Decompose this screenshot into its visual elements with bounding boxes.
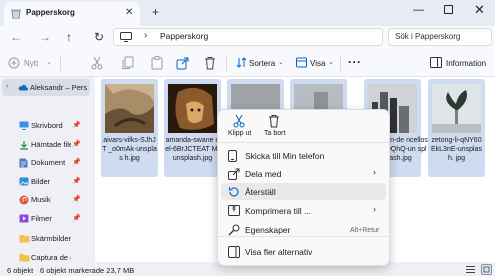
sidebar-item-screenshots[interactable]: Skärmbilder: [31, 234, 71, 243]
back-button[interactable]: ←: [10, 30, 22, 44]
scissors-icon[interactable]: [233, 114, 245, 128]
delete-button[interactable]: Ta bort: [264, 130, 285, 137]
new-tab-button[interactable]: +: [152, 5, 159, 19]
menu-divider: [218, 236, 389, 237]
sidebar-item-documents[interactable]: Dokument: [31, 158, 71, 167]
address-bar[interactable]: [113, 28, 383, 46]
menu-divider: [218, 142, 389, 143]
tab-title: Papperskorg: [26, 8, 75, 17]
trash-icon[interactable]: [268, 114, 280, 128]
toolbar-divider: [226, 55, 227, 71]
folder-icon: [19, 253, 30, 262]
sidebar-item-pictures[interactable]: Bilder: [31, 177, 71, 186]
submenu-arrow-icon: ›: [373, 204, 376, 214]
menu-item-compress[interactable]: Komprimera till ...: [245, 206, 311, 216]
archive-icon: [228, 205, 240, 216]
properties-icon: [228, 224, 240, 236]
file-thumbnail[interactable]: [168, 84, 217, 133]
pin-icon: 📌: [72, 196, 81, 203]
sidebar-item-captura[interactable]: Captura de ecrã: [31, 253, 71, 262]
large-icons-view-icon[interactable]: [481, 264, 492, 275]
share-icon: [228, 168, 240, 180]
properties-shortcut: Alt+Retur: [350, 227, 380, 234]
forward-button[interactable]: →: [39, 30, 51, 44]
document-icon: [19, 158, 28, 168]
menu-item-share[interactable]: Dela med: [245, 169, 281, 179]
breadcrumb-chevron[interactable]: ›: [144, 30, 147, 41]
music-icon: [19, 195, 29, 205]
pictures-icon: [19, 177, 29, 186]
pin-icon: 📌: [72, 122, 81, 129]
videos-icon: [19, 214, 29, 223]
paste-icon[interactable]: [151, 56, 163, 70]
menu-item-show-more-options[interactable]: Visa fler alternativ: [245, 247, 312, 257]
cut-icon[interactable]: [91, 56, 103, 70]
recycle-bin-icon: [10, 8, 22, 19]
sidebar-item-videos[interactable]: Filmer: [31, 214, 71, 223]
up-button[interactable]: ↑: [66, 30, 72, 44]
onedrive-cloud-icon: [17, 83, 28, 91]
new-item-icon: [8, 57, 20, 69]
new-chevron-down-icon: ⌄: [46, 59, 52, 66]
menu-item-send-to-phone[interactable]: Skicka till Min telefon: [245, 151, 324, 161]
menu-item-restore[interactable]: Återställ: [245, 187, 276, 197]
copy-icon[interactable]: [122, 56, 134, 70]
desktop-icon: [19, 121, 29, 130]
view-button[interactable]: Visa: [310, 59, 325, 68]
item-count: 6 objekt: [7, 266, 34, 275]
sidebar-item-label: Aleksandr – Pers: [30, 83, 88, 92]
selection-info: 6 objekt markerade 23,7 MB: [40, 266, 135, 275]
file-name: zetong-li-qNY60 EkL3nE-unsplash. jpg: [431, 137, 482, 162]
pin-icon: 📌: [72, 215, 81, 222]
file-thumbnail[interactable]: [432, 84, 481, 133]
search-placeholder: Sök i Papperskorg: [395, 32, 461, 41]
command-bar: [0, 49, 495, 77]
sidebar-item-downloads[interactable]: Hämtade filer: [31, 140, 71, 149]
minimize-button[interactable]: —: [413, 4, 424, 16]
tab-close-button[interactable]: ✕: [125, 7, 133, 18]
details-pane-icon: [430, 57, 442, 68]
file-thumbnail[interactable]: [105, 84, 154, 133]
file-name: aivars-vilks-SJhJT _o0mAk-unsplas h.jpg: [102, 137, 157, 162]
sort-chevron-down-icon: ⌄: [278, 59, 284, 66]
cut-button[interactable]: Klipp ut: [228, 130, 251, 137]
pin-icon: 📌: [72, 159, 81, 166]
more-options-icon[interactable]: ···: [348, 55, 362, 69]
share-icon[interactable]: [176, 56, 189, 70]
phone-icon: [228, 150, 237, 162]
sidebar-item-music[interactable]: Musik: [31, 195, 71, 204]
breadcrumb[interactable]: Papperskorg: [160, 31, 208, 41]
new-button[interactable]: Nytt: [24, 59, 38, 68]
more-options-icon: [228, 246, 240, 258]
toolbar-divider: [340, 55, 341, 71]
pin-icon: 📌: [72, 141, 81, 148]
maximize-button[interactable]: [444, 5, 453, 14]
sort-button[interactable]: Sortera: [249, 59, 275, 68]
restore-icon: [228, 186, 240, 198]
folder-icon: [19, 234, 30, 243]
expand-chevron-icon[interactable]: ›: [6, 83, 8, 90]
file-name: amanda-swane oel-6BrJCTEAT M-unsplash.jp…: [165, 137, 220, 162]
monitor-icon: [120, 32, 132, 42]
refresh-button[interactable]: ↻: [94, 30, 104, 44]
pin-icon: 📌: [72, 178, 81, 185]
delete-icon[interactable]: [204, 56, 216, 70]
submenu-arrow-icon: ›: [373, 167, 376, 177]
view-icon: [296, 57, 307, 68]
sidebar-item-desktop[interactable]: Skrivbord: [31, 121, 71, 130]
sort-icon: [236, 57, 247, 68]
details-view-icon[interactable]: [466, 265, 475, 274]
download-icon: [19, 140, 29, 150]
close-window-button[interactable]: ✕: [474, 2, 485, 18]
menu-item-properties[interactable]: Egenskaper: [245, 225, 290, 235]
toolbar-divider: [60, 55, 61, 71]
view-chevron-down-icon: ⌄: [328, 59, 334, 66]
information-button[interactable]: Information: [446, 59, 486, 68]
